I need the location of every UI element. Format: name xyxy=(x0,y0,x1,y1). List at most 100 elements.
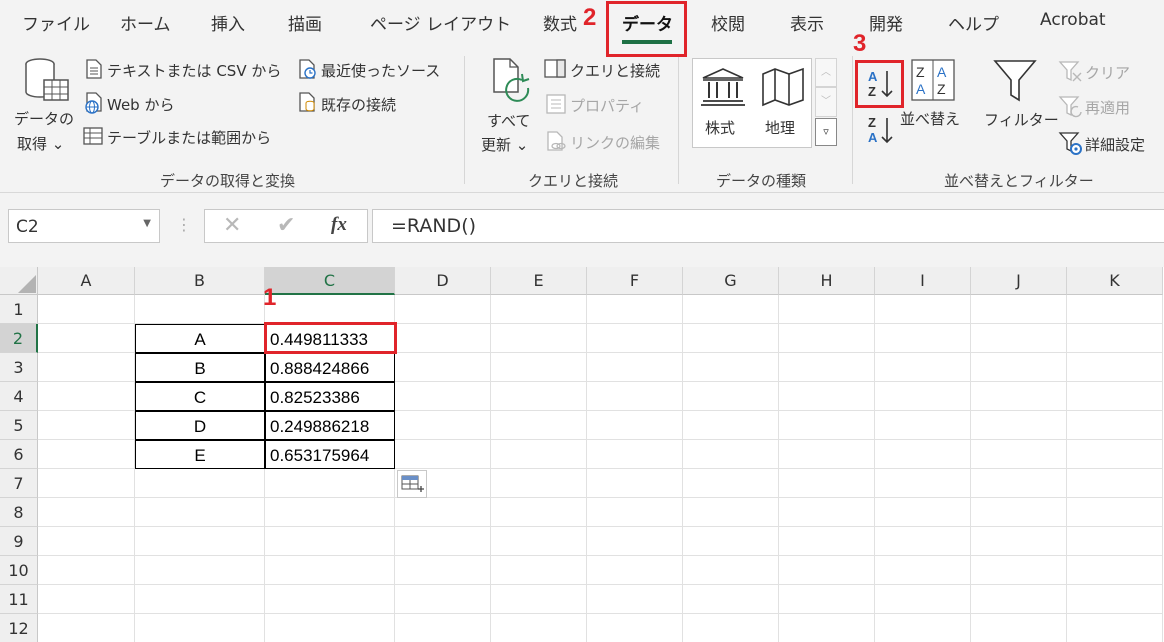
cell-j12[interactable] xyxy=(971,614,1067,642)
cell-c12[interactable] xyxy=(265,614,395,642)
row-header-4[interactable]: 4 xyxy=(0,382,38,411)
column-header-c[interactable]: C xyxy=(265,267,395,295)
cell-g8[interactable] xyxy=(683,498,779,527)
cell-i6[interactable] xyxy=(875,440,971,469)
formula-input[interactable]: =RAND() xyxy=(372,209,1164,243)
cell-k6[interactable] xyxy=(1067,440,1163,469)
cell-i12[interactable] xyxy=(875,614,971,642)
cell-a1[interactable] xyxy=(38,295,135,324)
cell-d12[interactable] xyxy=(395,614,491,642)
cell-e3[interactable] xyxy=(491,353,587,382)
cell-h6[interactable] xyxy=(779,440,875,469)
column-header-a[interactable]: A xyxy=(38,267,135,295)
drag-handle-icon[interactable]: ⋮ xyxy=(176,215,192,234)
cell-f6[interactable] xyxy=(587,440,683,469)
cell-a12[interactable] xyxy=(38,614,135,642)
column-header-k[interactable]: K xyxy=(1067,267,1163,295)
cell-h4[interactable] xyxy=(779,382,875,411)
cell-a6[interactable] xyxy=(38,440,135,469)
cell-i3[interactable] xyxy=(875,353,971,382)
cell-h2[interactable] xyxy=(779,324,875,353)
cell-f9[interactable] xyxy=(587,527,683,556)
cell-k1[interactable] xyxy=(1067,295,1163,324)
cell-b4[interactable]: C xyxy=(135,382,265,411)
cell-e2[interactable] xyxy=(491,324,587,353)
cell-g6[interactable] xyxy=(683,440,779,469)
row-header-8[interactable]: 8 xyxy=(0,498,38,527)
cell-c6[interactable]: 0.653175964 xyxy=(265,440,395,469)
cell-g9[interactable] xyxy=(683,527,779,556)
cell-b8[interactable] xyxy=(135,498,265,527)
cell-e7[interactable] xyxy=(491,469,587,498)
cell-i5[interactable] xyxy=(875,411,971,440)
row-header-5[interactable]: 5 xyxy=(0,411,38,440)
cell-k9[interactable] xyxy=(1067,527,1163,556)
row-header-11[interactable]: 11 xyxy=(0,585,38,614)
cell-d11[interactable] xyxy=(395,585,491,614)
cell-f8[interactable] xyxy=(587,498,683,527)
cell-i9[interactable] xyxy=(875,527,971,556)
cell-i2[interactable] xyxy=(875,324,971,353)
cell-e4[interactable] xyxy=(491,382,587,411)
cell-j3[interactable] xyxy=(971,353,1067,382)
cell-f5[interactable] xyxy=(587,411,683,440)
cell-b12[interactable] xyxy=(135,614,265,642)
cell-d3[interactable] xyxy=(395,353,491,382)
cell-e1[interactable] xyxy=(491,295,587,324)
cell-c10[interactable] xyxy=(265,556,395,585)
cell-i4[interactable] xyxy=(875,382,971,411)
quick-analysis-button[interactable] xyxy=(397,470,427,498)
column-header-f[interactable]: F xyxy=(587,267,683,295)
cell-k2[interactable] xyxy=(1067,324,1163,353)
chevron-down-icon[interactable]: ▼ xyxy=(143,218,151,229)
cell-a2[interactable] xyxy=(38,324,135,353)
cell-k10[interactable] xyxy=(1067,556,1163,585)
cell-k11[interactable] xyxy=(1067,585,1163,614)
cell-k7[interactable] xyxy=(1067,469,1163,498)
cell-k12[interactable] xyxy=(1067,614,1163,642)
cell-i7[interactable] xyxy=(875,469,971,498)
cell-d8[interactable] xyxy=(395,498,491,527)
gallery-up-icon[interactable]: ︿ xyxy=(815,58,837,87)
cell-e9[interactable] xyxy=(491,527,587,556)
enter-check-icon[interactable]: ✔ xyxy=(277,213,295,238)
cell-g2[interactable] xyxy=(683,324,779,353)
cell-j6[interactable] xyxy=(971,440,1067,469)
cell-b2[interactable]: A xyxy=(135,324,265,353)
cell-a5[interactable] xyxy=(38,411,135,440)
row-header-10[interactable]: 10 xyxy=(0,556,38,585)
column-header-d[interactable]: D xyxy=(395,267,491,295)
cell-e12[interactable] xyxy=(491,614,587,642)
cell-j11[interactable] xyxy=(971,585,1067,614)
cell-a10[interactable] xyxy=(38,556,135,585)
cell-h12[interactable] xyxy=(779,614,875,642)
cell-b6[interactable]: E xyxy=(135,440,265,469)
cell-c3[interactable]: 0.888424866 xyxy=(265,353,395,382)
cell-g10[interactable] xyxy=(683,556,779,585)
cell-j8[interactable] xyxy=(971,498,1067,527)
tab-home[interactable]: ホーム xyxy=(120,10,171,35)
column-header-e[interactable]: E xyxy=(491,267,587,295)
cell-e5[interactable] xyxy=(491,411,587,440)
cell-d5[interactable] xyxy=(395,411,491,440)
cell-i8[interactable] xyxy=(875,498,971,527)
tab-review[interactable]: 校閲 xyxy=(711,10,745,35)
cell-a8[interactable] xyxy=(38,498,135,527)
cell-f3[interactable] xyxy=(587,353,683,382)
cell-e6[interactable] xyxy=(491,440,587,469)
cell-a7[interactable] xyxy=(38,469,135,498)
cell-g11[interactable] xyxy=(683,585,779,614)
cell-f11[interactable] xyxy=(587,585,683,614)
cell-b11[interactable] xyxy=(135,585,265,614)
cell-c1[interactable] xyxy=(265,295,395,324)
cell-b3[interactable]: B xyxy=(135,353,265,382)
cell-e10[interactable] xyxy=(491,556,587,585)
tab-file[interactable]: ファイル xyxy=(22,10,90,35)
tab-developer[interactable]: 開発 xyxy=(869,10,903,35)
cell-h3[interactable] xyxy=(779,353,875,382)
row-header-7[interactable]: 7 xyxy=(0,469,38,498)
select-all-corner[interactable] xyxy=(0,267,38,295)
cell-j1[interactable] xyxy=(971,295,1067,324)
cell-i1[interactable] xyxy=(875,295,971,324)
cell-h10[interactable] xyxy=(779,556,875,585)
